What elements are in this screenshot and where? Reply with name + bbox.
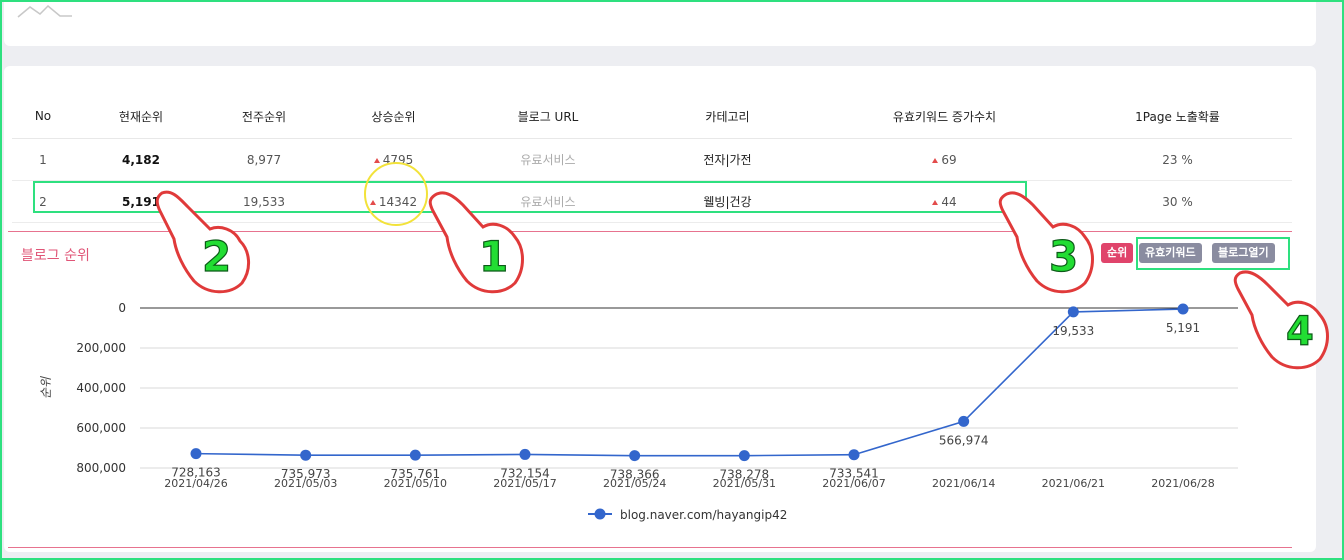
data-point [519,448,531,460]
legend[interactable]: blog.naver.com/hayangip42 [588,508,787,522]
data-point [190,448,202,460]
data-label: 19,533 [1052,324,1094,338]
y-tick-label: 600,000 [76,421,126,435]
data-point [958,415,970,427]
pointing-hand-icon: 2 [155,190,250,294]
pointing-hand-icon: 1 [428,191,524,294]
data-point [1177,303,1189,315]
pointing-hand-icon: 4 [1233,270,1329,370]
x-tick-label: 2021/06/28 [1151,477,1214,490]
data-point [1067,306,1079,318]
y-axis-label: 순위 [39,376,53,399]
data-label: 5,191 [1166,321,1200,335]
data-label: 735,761 [391,467,441,481]
data-label: 738,278 [720,468,770,482]
data-label: 732,154 [500,466,550,480]
data-point [629,450,641,462]
pointing-hand-icon: 3 [998,191,1094,294]
data-point [300,449,312,461]
data-label: 735,973 [281,467,331,481]
data-point [409,449,421,461]
data-point [738,450,750,462]
legend-marker-icon [594,508,606,520]
data-label: 566,974 [939,433,989,447]
data-label: 738,366 [610,468,660,482]
annotation-number: 4 [1286,309,1314,355]
annotation-number: 2 [202,232,231,281]
annotation-number: 1 [479,232,508,281]
annotation-number: 3 [1049,232,1078,281]
y-tick-label: 200,000 [76,341,126,355]
x-tick-label: 2021/06/14 [932,477,995,490]
series-line [195,308,1184,457]
x-tick-label: 2021/06/21 [1042,477,1105,490]
data-point [848,449,860,461]
data-label: 733,541 [829,467,879,481]
y-tick-label: 0 [118,301,126,315]
y-tick-label: 400,000 [76,381,126,395]
y-tick-label: 800,000 [76,461,126,475]
yellow-circle-highlight [364,162,428,226]
data-label: 728,163 [171,466,221,480]
legend-label: blog.naver.com/hayangip42 [620,508,787,522]
